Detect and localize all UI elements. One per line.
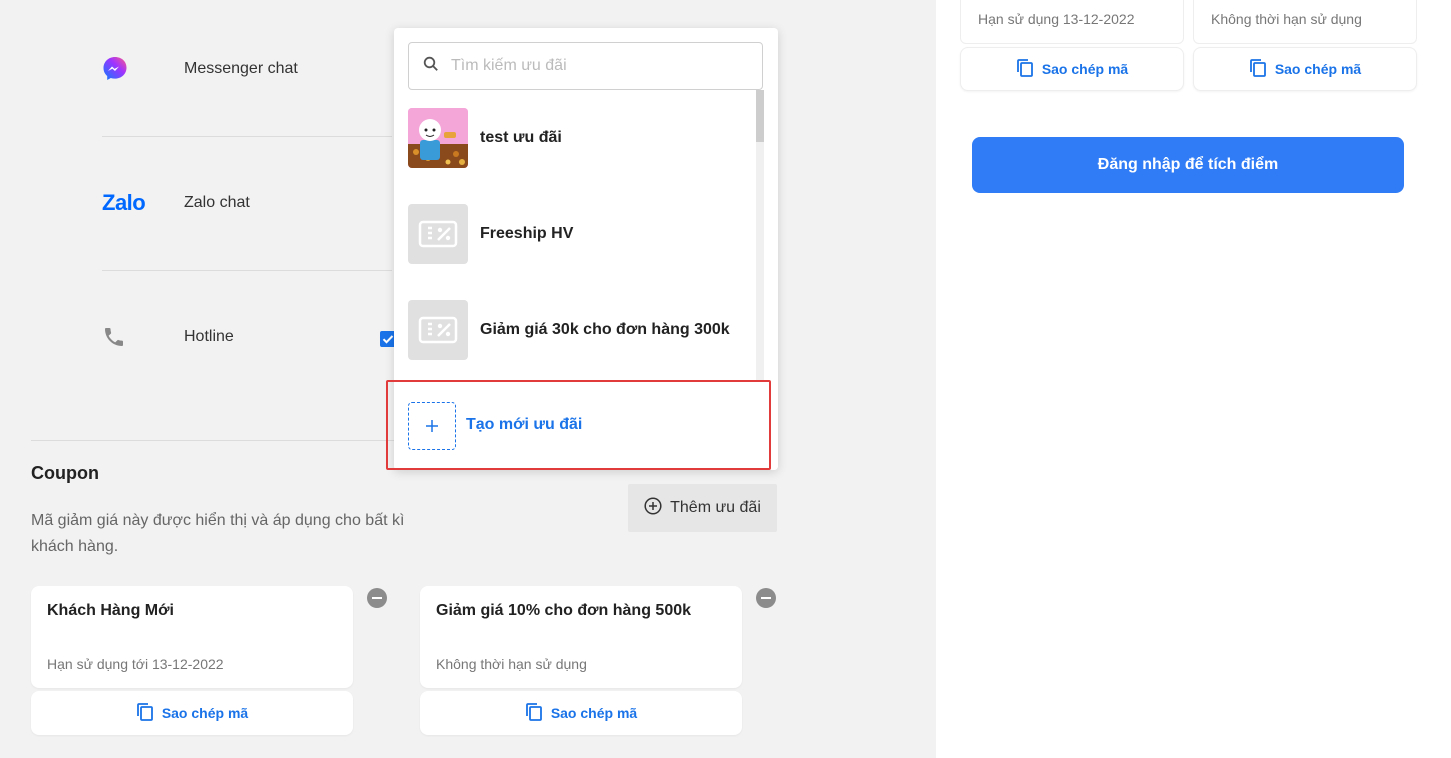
offer-item[interactable]: Freeship HV [408, 204, 748, 264]
section-divider [31, 440, 401, 441]
coupon-title: Coupon [31, 463, 99, 483]
remove-coupon-button[interactable] [367, 588, 387, 608]
copy-icon [1016, 58, 1034, 81]
copy-code-label: Sao chép mã [1041, 61, 1129, 77]
preview-copy-code-button[interactable]: Sao chép mã [960, 47, 1184, 91]
copy-icon [136, 702, 154, 725]
offer-item[interactable]: test ưu đãi [408, 108, 748, 168]
plus-circle-icon [644, 496, 662, 520]
contact-label: Hotline [184, 328, 234, 345]
copy-icon [525, 702, 543, 725]
preview-coupon-expiry: Không thời hạn sử dụng [1211, 11, 1362, 27]
create-offer-button[interactable]: Tạo mới ưu đãi [394, 380, 778, 470]
copy-code-button[interactable]: Sao chép mã [31, 691, 353, 735]
scrollbar-thumb[interactable] [756, 90, 764, 142]
remove-coupon-button[interactable] [756, 588, 776, 608]
contact-label: Zalo chat [184, 194, 250, 211]
search-icon [423, 56, 439, 77]
copy-code-label: Sao chép mã [550, 705, 638, 721]
offer-name: Freeship HV [480, 225, 574, 242]
coupon-card-title: Khách Hàng Mới [47, 602, 174, 619]
coupon-card-title: Giảm giá 10% cho đơn hàng 500k [436, 602, 692, 619]
coupon-card-expiry: Không thời hạn sử dụng [436, 656, 587, 672]
offer-dropdown: test ưu đãi Freeship HV Giảm giá 30k cho… [394, 28, 778, 470]
preview-panel: Hạn sử dụng 13-12-2022 Không thời hạn sử… [936, 0, 1451, 758]
copy-code-button[interactable]: Sao chép mã [420, 691, 742, 735]
preview-copy-code-button[interactable]: Sao chép mã [1193, 47, 1417, 91]
offer-thumbnail [408, 108, 468, 168]
preview-coupon-expiry: Hạn sử dụng 13-12-2022 [978, 11, 1135, 27]
zalo-logo: Zalo [102, 183, 152, 223]
login-to-earn-points-button[interactable]: Đăng nhập để tích điểm [972, 137, 1404, 193]
coupon-card: Khách Hàng Mới Hạn sử dụng tới 13-12-202… [31, 586, 353, 688]
copy-code-label: Sao chép mã [1274, 61, 1362, 77]
offer-name: test ưu đãi [480, 129, 562, 146]
copy-icon [1249, 58, 1267, 81]
offer-name: Giảm giá 30k cho đơn hàng 300k [480, 321, 730, 338]
zalo-logo-text: Zalo [102, 190, 146, 215]
offer-search-input[interactable] [451, 57, 731, 75]
minus-icon [761, 597, 771, 599]
phone-icon [102, 317, 152, 357]
offer-item[interactable]: Giảm giá 30k cho đơn hàng 300k [408, 300, 748, 360]
plus-icon [408, 402, 456, 450]
preview-coupon-card: Không thời hạn sử dụng [1193, 0, 1417, 44]
coupon-card-expiry: Hạn sử dụng tới 13-12-2022 [47, 656, 224, 672]
dropdown-scrollbar[interactable] [756, 90, 764, 386]
contact-label: Messenger chat [184, 60, 298, 77]
copy-code-label: Sao chép mã [161, 705, 249, 721]
minus-icon [372, 597, 382, 599]
preview-coupon-card: Hạn sử dụng 13-12-2022 [960, 0, 1184, 44]
voucher-icon [408, 204, 468, 264]
voucher-icon [408, 300, 468, 360]
coupon-card: Giảm giá 10% cho đơn hàng 500k Không thờ… [420, 586, 742, 688]
add-offer-button[interactable]: Thêm ưu đãi [628, 484, 777, 532]
coupon-description: Mã giảm giá này được hiển thị và áp dụng… [31, 512, 405, 555]
messenger-icon [102, 49, 152, 89]
add-offer-label: Thêm ưu đãi [670, 499, 761, 516]
create-offer-label: Tạo mới ưu đãi [466, 416, 583, 433]
offer-search-box [408, 42, 763, 90]
